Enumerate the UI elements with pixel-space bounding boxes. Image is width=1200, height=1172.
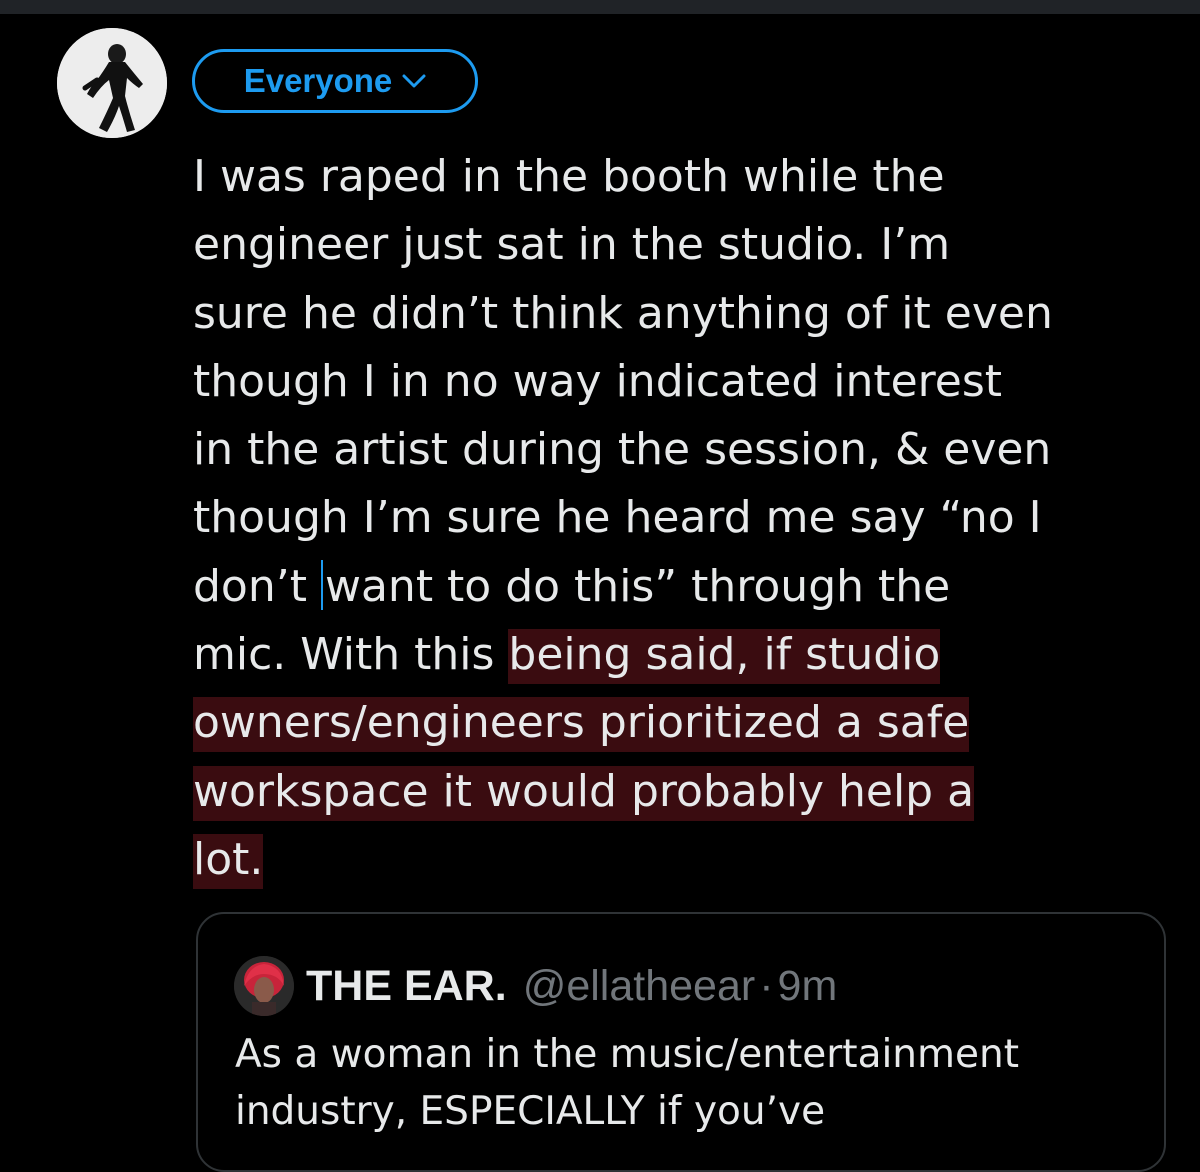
quoted-text-line: As a woman in the music/entertainment (235, 1032, 1020, 1077)
text-selection-highlight: workspace it would probably help a (193, 765, 975, 821)
quoted-timestamp[interactable]: 9m (778, 962, 838, 1011)
compose-line: engineer just sat in the studio. I’m (193, 211, 1183, 279)
compose-line: owners/engineers prioritized a safe (193, 689, 1183, 757)
compose-line-text: engineer just sat in the studio. I’m (193, 219, 951, 271)
quoted-tweet-text: As a woman in the music/entertainment in… (235, 1026, 1135, 1140)
compose-line: though I in no way indicated interest (193, 348, 1183, 416)
top-bar (0, 0, 1200, 14)
compose-line: sure he didn’t think anything of it even (193, 280, 1183, 348)
audience-label: Everyone (243, 62, 393, 99)
quoted-display-name[interactable]: THE EAR. (306, 962, 507, 1011)
user-avatar[interactable] (57, 28, 167, 138)
compose-line: workspace it would probably help a (193, 758, 1183, 826)
compose-line-text: though I in no way indicated interest (193, 355, 1003, 407)
compose-line-text: want to do this” through the (324, 560, 951, 612)
compose-line: I was raped in the booth while the (193, 143, 1183, 211)
chevron-down-icon (402, 74, 426, 88)
compose-line: though I’m sure he heard me say “no I (193, 484, 1183, 552)
text-selection-highlight: owners/engineers prioritized a safe (193, 697, 970, 753)
quoted-tweet-header: THE EAR. @ellatheear · 9m (234, 950, 837, 1022)
compose-line-text: I was raped in the booth while the (193, 151, 945, 202)
compose-line-text: in the artist during the session, & even (193, 424, 1052, 476)
compose-line: lot. (193, 826, 1183, 894)
compose-text-area[interactable]: I was raped in the booth while the engin… (193, 143, 1183, 894)
compose-line-text: sure he didn’t think anything of it even (193, 287, 1053, 339)
quoted-avatar-image (234, 956, 294, 1016)
compose-line: mic. With this being said, if studio (193, 621, 1183, 689)
quoted-handle[interactable]: @ellatheear (523, 962, 756, 1011)
compose-line: in the artist during the session, & even (193, 416, 1183, 484)
avatar-image (57, 28, 167, 138)
quoted-text-line: industry, ESPECIALLY if you’ve (235, 1089, 826, 1134)
text-cursor (320, 559, 323, 610)
audience-selector-button[interactable]: Everyone (192, 49, 478, 113)
text-selection-highlight: being said, if studio (508, 629, 941, 685)
compose-line-text: don’t (193, 560, 307, 612)
compose-line-text: mic. With this (193, 629, 509, 681)
compose-line-text: though I’m sure he heard me say “no I (193, 492, 1042, 544)
text-selection-highlight: lot. (193, 833, 264, 889)
quoted-user-avatar[interactable] (234, 956, 294, 1016)
separator-dot: · (759, 961, 774, 1010)
quoted-tweet-card[interactable]: THE EAR. @ellatheear · 9m As a woman in … (196, 912, 1166, 1172)
compose-line: don’t want to do this” through the (193, 553, 1183, 621)
